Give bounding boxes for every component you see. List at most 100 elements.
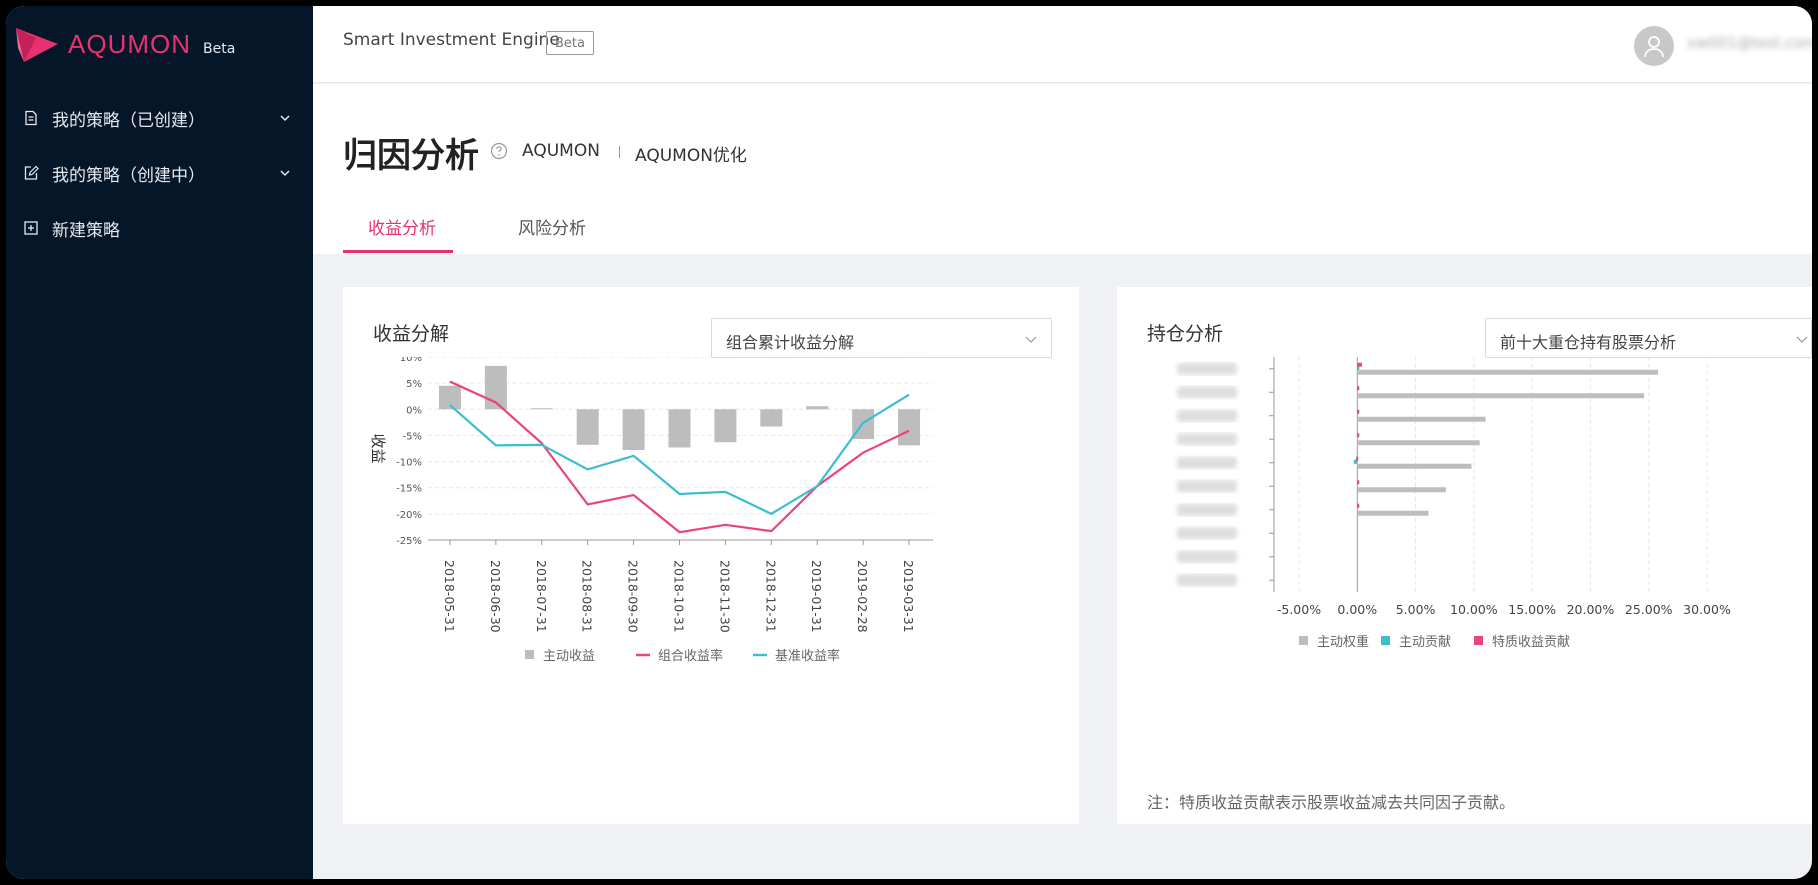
x-tick-label: -5.00% xyxy=(1277,602,1321,617)
tab-return-analysis[interactable]: 收益分析 xyxy=(368,214,436,254)
brand-beta: Beta xyxy=(203,41,236,57)
x-tick-label: 20.00% xyxy=(1567,602,1615,617)
line-portfolio-return xyxy=(449,380,910,534)
blurred-stock-label xyxy=(1177,574,1237,587)
x-tick-label: 25.00% xyxy=(1625,602,1673,617)
x-tick-label: 2018-06-30 xyxy=(488,560,503,633)
y-tick-label: -20% xyxy=(396,510,422,521)
beta-badge: Beta xyxy=(546,31,594,55)
blurred-stock-label xyxy=(1177,550,1237,563)
brand-logo[interactable]: AQUMON Beta xyxy=(14,22,235,66)
decomposition-select[interactable]: 组合累计收益分解 xyxy=(711,318,1052,358)
bar-active-weight xyxy=(1357,487,1446,493)
legend-label: 主动收益 xyxy=(543,649,595,664)
select-value: 组合累计收益分解 xyxy=(726,333,855,352)
bar-active-return xyxy=(898,409,921,446)
sidebar-item-draft-strategies[interactable]: 我的策略（创建中） xyxy=(6,155,313,191)
y-tick-label: -10% xyxy=(396,458,422,469)
card-title: 持仓分析 xyxy=(1147,323,1224,345)
legend-swatch xyxy=(525,650,534,659)
x-tick-label: 2019-02-28 xyxy=(855,560,870,633)
x-tick-label: 2018-12-31 xyxy=(763,560,778,633)
y-tick-label: 0% xyxy=(406,405,422,416)
y-tick-label: -5% xyxy=(403,431,422,442)
app-window: AQUMON Beta 我的策略（已创建） 我的策略（创建中） 新建策略 Sma… xyxy=(6,6,1812,879)
blurred-stock-label xyxy=(1177,503,1237,516)
bar-active-weight xyxy=(1357,463,1472,469)
breadcrumb-portfolio[interactable]: AQUMON xyxy=(522,141,600,161)
bar-active-weight xyxy=(1357,440,1480,446)
bar-active-return xyxy=(760,409,783,427)
chevron-down-icon xyxy=(280,115,290,122)
legend-label: 组合收益率 xyxy=(658,648,723,664)
legend-label: 特质收益贡献 xyxy=(1492,635,1570,650)
bar-active-weight xyxy=(1357,510,1429,516)
x-tick-label: 30.00% xyxy=(1683,602,1731,617)
legend-label: 主动权重 xyxy=(1317,634,1369,650)
x-tick-label: 5.00% xyxy=(1396,602,1436,617)
bar-active-return xyxy=(714,409,737,443)
main-content: Smart Investment Engine Beta xw001@test.… xyxy=(313,6,1812,879)
bar-idiosyncratic-contribution xyxy=(1357,409,1360,414)
page-header: 归因分析 AQUMON AQUMON优化 收益分析 风险分析 xyxy=(313,84,1812,254)
x-tick-label: 2019-03-31 xyxy=(901,560,916,633)
holdings-select[interactable]: 前十大重仓持有股票分析 xyxy=(1485,318,1812,358)
y-tick-label: -15% xyxy=(396,484,422,495)
bar-active-weight xyxy=(1357,369,1659,375)
x-tick-label: 2019-01-31 xyxy=(809,560,824,633)
breadcrumb-divider xyxy=(619,146,620,158)
card-title: 收益分解 xyxy=(373,323,450,345)
legend-swatch xyxy=(1299,636,1308,645)
blurred-stock-label xyxy=(1177,409,1237,422)
brand-name: AQUMON xyxy=(68,28,191,59)
x-tick-label: 2018-07-31 xyxy=(534,560,549,633)
x-tick-label: 15.00% xyxy=(1508,602,1556,617)
app-title: Smart Investment Engine xyxy=(343,30,560,50)
bar-idiosyncratic-contribution xyxy=(1357,362,1362,367)
sidebar-item-label: 我的策略（已创建） xyxy=(52,110,205,131)
document-icon xyxy=(25,110,37,126)
chevron-down-icon xyxy=(1796,336,1808,343)
bar-idiosyncratic-contribution xyxy=(1357,480,1360,485)
sidebar-item-label: 新建策略 xyxy=(52,220,120,241)
edit-icon xyxy=(24,165,39,180)
plus-square-icon xyxy=(24,221,38,235)
breadcrumb-optimized[interactable]: AQUMON优化 xyxy=(635,141,747,166)
bar-idiosyncratic-contribution xyxy=(1356,456,1359,461)
bar-active-return xyxy=(668,409,691,448)
chevron-down-icon xyxy=(1025,336,1037,343)
tab-risk-analysis[interactable]: 风险分析 xyxy=(518,214,586,254)
user-icon xyxy=(1644,36,1664,58)
holdings-analysis-card: 持仓分析 前十大重仓持有股票分析 -5.00% 0.00% 5.00% 10.00% 1… xyxy=(1117,287,1812,824)
help-icon[interactable] xyxy=(490,142,508,160)
x-tick-label: 2018-11-30 xyxy=(717,560,732,633)
return-decomposition-chart: 10% 5% 0% -5% -10% -15% -20% -25% 收益 2018-05-31 20… xyxy=(369,357,933,664)
bar-active-return xyxy=(806,406,829,410)
holdings-chart: -5.00% 0.00% 5.00% 10.00% 15.00% 20.00% 25.00%… xyxy=(1177,357,1731,650)
x-tick-label: 2018-05-31 xyxy=(442,560,457,633)
blurred-stock-label xyxy=(1177,386,1237,399)
chevron-down-icon xyxy=(280,170,290,177)
blurred-stock-label xyxy=(1177,480,1237,493)
avatar[interactable] xyxy=(1634,26,1674,66)
return-decomposition-card: 收益分解 组合累计收益分解 10% 5% 0% -5% -10% -15% -20% -25%… xyxy=(343,287,1079,824)
active-tab-indicator xyxy=(343,250,453,253)
y-axis-label: 收益 xyxy=(369,433,387,463)
sidebar-item-new-strategy[interactable]: 新建策略 xyxy=(6,210,313,246)
y-tick-label: 10% xyxy=(400,357,422,364)
y-tick-label: 5% xyxy=(406,379,422,390)
blurred-stock-label xyxy=(1177,527,1237,540)
legend-swatch xyxy=(1474,636,1483,645)
legend-label: 基准收益率 xyxy=(775,648,840,664)
blurred-stock-label xyxy=(1177,362,1237,375)
user-name[interactable]: xw001@test.com xyxy=(1687,34,1812,52)
select-value: 前十大重仓持有股票分析 xyxy=(1500,333,1677,352)
top-bar: Smart Investment Engine Beta xw001@test.… xyxy=(313,6,1812,83)
aqumon-logo-icon xyxy=(16,28,58,62)
blurred-stock-label xyxy=(1177,456,1237,469)
bar-idiosyncratic-contribution xyxy=(1357,386,1360,391)
x-tick-label: 10.00% xyxy=(1450,602,1498,617)
y-tick-label: -25% xyxy=(396,536,422,547)
x-tick-label: 2018-09-30 xyxy=(626,560,641,633)
sidebar-item-created-strategies[interactable]: 我的策略（已创建） xyxy=(6,100,313,136)
